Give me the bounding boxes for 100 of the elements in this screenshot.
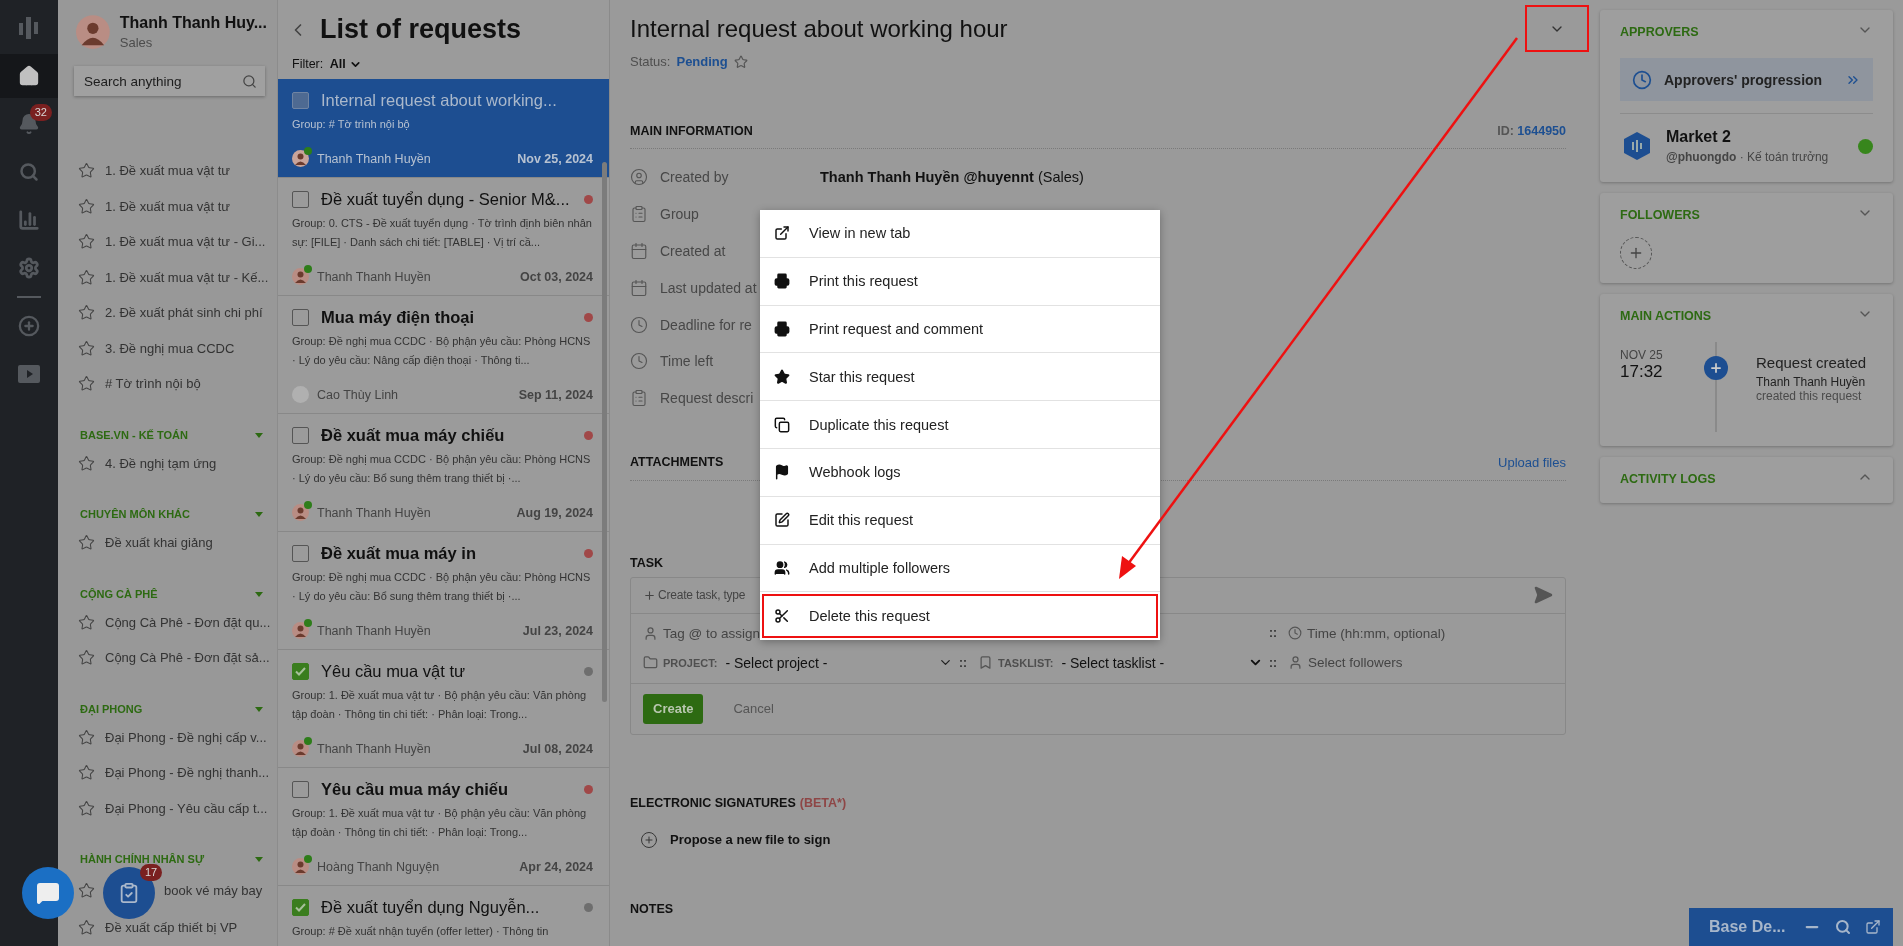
checkbox[interactable] <box>292 781 309 798</box>
author-name: Thanh Thanh Huyền <box>317 623 431 638</box>
propose-button[interactable]: Propose a new file to sign <box>630 830 831 849</box>
tasklist-select[interactable]: TASKLIST: - Select tasklist - <box>998 654 1165 671</box>
star-icon <box>78 764 95 782</box>
nav-button[interactable] <box>0 54 58 98</box>
followers-field[interactable]: Select followers <box>1308 655 1403 671</box>
request-title: Đề xuất mua máy in <box>321 544 477 563</box>
search-field[interactable]: Search anything <box>74 66 265 96</box>
star-icon <box>78 162 95 180</box>
menu-item[interactable]: View in new tab <box>760 210 1160 258</box>
star-icon <box>78 375 95 393</box>
request-id: ID: 1644950 <box>1497 124 1566 138</box>
star-icon[interactable] <box>733 54 748 69</box>
separator: :: <box>1269 626 1277 641</box>
send-icon[interactable] <box>1533 585 1553 606</box>
sidebar-item[interactable]: Đề xuất khai giảng <box>58 534 277 551</box>
avatar <box>292 858 309 875</box>
menu-item[interactable]: Edit this request <box>760 496 1160 545</box>
menu-item[interactable]: Webhook logs <box>760 449 1160 497</box>
star-icon <box>78 799 95 817</box>
cancel-button[interactable]: Cancel <box>727 700 780 718</box>
sidebar-item[interactable]: Cộng Cà Phê - Đơn đặt sả... <box>58 649 277 666</box>
clipboard-check-icon <box>118 882 140 904</box>
sidebar-item[interactable]: # Tờ trình nội bộ <box>58 375 277 392</box>
status-label: Status: <box>630 54 671 69</box>
search-icon[interactable] <box>1835 919 1851 935</box>
star-icon[interactable] <box>78 881 95 899</box>
caret-down-icon[interactable] <box>255 430 263 439</box>
menu-item[interactable]: Delete this request <box>760 592 1160 641</box>
checkbox[interactable] <box>292 663 309 680</box>
printer-icon <box>774 273 790 290</box>
filter-dropdown[interactable]: Filter: All <box>292 57 362 71</box>
request-title: Đề xuất tuyển dụng - Senior M&... <box>321 190 571 209</box>
sidebar-item[interactable]: 2. Đề xuất phát sinh chi phí <box>58 304 277 321</box>
beta-tag: (BETA*) <box>799 795 847 810</box>
author-name: Thanh Thanh Huyền <box>317 741 431 756</box>
sidebar-item[interactable]: Đại Phong - Đề nghị thanh... <box>58 764 277 781</box>
sidebar-item[interactable]: Đại Phong - Yêu cầu cấp t... <box>58 800 277 817</box>
nav-button[interactable]: 32 <box>0 102 58 146</box>
sidebar-item[interactable]: 1. Đề xuất mua vật tư - Gi... <box>58 233 277 250</box>
avatar <box>292 622 309 639</box>
user-icon <box>630 168 648 187</box>
checkbox[interactable] <box>292 309 309 326</box>
caret-down-icon[interactable] <box>255 855 263 863</box>
sidebar-item[interactable]: 1. Đề xuất mua vật tư <box>58 198 277 215</box>
clipboard-icon <box>630 205 648 224</box>
section-heading: MAIN ACTIONS <box>1620 309 1712 323</box>
upload-link[interactable]: Upload files <box>1498 454 1566 470</box>
progression-button[interactable]: Approvers' progression <box>1620 58 1873 101</box>
sidebar-item[interactable]: 1. Đề xuất mua vật tư <box>58 162 277 179</box>
more-button[interactable] <box>1525 5 1589 52</box>
plus-icon <box>1704 356 1728 380</box>
menu-item[interactable]: Duplicate this request <box>760 401 1160 449</box>
user-name: Thanh Thanh Huy... <box>119 14 267 32</box>
user-icon <box>1288 655 1303 671</box>
project-select[interactable]: PROJECT: - Select project - <box>663 654 828 671</box>
request-item[interactable]: Internal request about working... Group: # Tờ trình nội bộ Thanh Thanh Huyền Nov 25, 2024 <box>278 79 609 178</box>
caret-down-icon[interactable] <box>255 510 263 518</box>
list-title: List of requests <box>320 14 522 45</box>
section-heading: HÀNH CHÍNH NHÂN SỰ <box>80 853 204 865</box>
star-icon <box>78 613 95 631</box>
chat-widget-bar[interactable]: Base De... <box>1689 908 1893 946</box>
create-button[interactable]: Create <box>643 693 704 724</box>
search-icon <box>19 162 39 182</box>
avatar <box>292 268 309 285</box>
request-item[interactable]: Yêu cầu mua máy chiếu Group: 1. Đề xuất mua vật tư · Bộ phận yêu cầu: Văn phòng tập đoàn · Thông tin chi tiết: · Phân loại: Trong... Hoàng Thanh Nguyện Apr 24, 2024 <box>278 768 609 886</box>
checkbox[interactable] <box>292 92 309 109</box>
field-label: Deadline for re <box>660 316 752 333</box>
checkbox[interactable] <box>292 427 309 444</box>
sidebar-item[interactable]: 4. Đề nghị tạm ứng <box>58 455 277 472</box>
request-title: Internal request about working... <box>321 91 558 110</box>
caret-down-icon[interactable] <box>255 704 263 713</box>
add-icon <box>18 315 40 337</box>
request-date: Nov 25, 2024 <box>517 151 593 166</box>
caret-down-icon[interactable] <box>255 589 263 598</box>
sidebar-item[interactable]: 1. Đề xuất mua vật tư - Kế... <box>58 269 277 286</box>
sidebar-item[interactable]: Đề xuất cấp thiết bị VP <box>58 919 277 936</box>
menu-item[interactable]: Add multiple followers <box>760 544 1160 593</box>
checkbox[interactable] <box>292 191 309 208</box>
checkmark-icon <box>295 667 306 676</box>
star-icon <box>78 197 95 215</box>
menu-item[interactable]: Print this request <box>760 257 1160 306</box>
checkbox[interactable] <box>292 899 309 916</box>
checkbox[interactable] <box>292 545 309 562</box>
sidebar-item[interactable]: 3. Đề nghị mua CCDC <box>58 340 277 357</box>
sidebar-item[interactable]: Đại Phong - Đề nghị cấp v... <box>58 729 277 746</box>
request-item[interactable]: Đề xuất tuyển dụng Nguyễn... Group: # Đề xuất nhận tuyển (offer letter) · Thông tin <box>278 886 609 946</box>
event-date: NOV 25 <box>1620 348 1664 362</box>
clock-icon <box>1288 626 1302 641</box>
time-field[interactable]: Time (hh:mm, optional) <box>1307 625 1446 641</box>
assign-field[interactable]: Tag @ to assign <box>663 625 760 641</box>
menu-item[interactable]: Star this request <box>760 353 1160 402</box>
section-heading: ATTACHMENTS <box>630 455 724 470</box>
sidebar-item[interactable]: Cộng Cà Phê - Đơn đặt qu... <box>58 614 277 631</box>
plus-icon <box>643 588 656 602</box>
play-icon <box>18 365 40 383</box>
sidebar-item[interactable]: book vé máy bay <box>164 882 263 898</box>
external-link-icon[interactable] <box>1865 919 1881 935</box>
menu-item[interactable]: Print request and comment <box>760 305 1160 354</box>
